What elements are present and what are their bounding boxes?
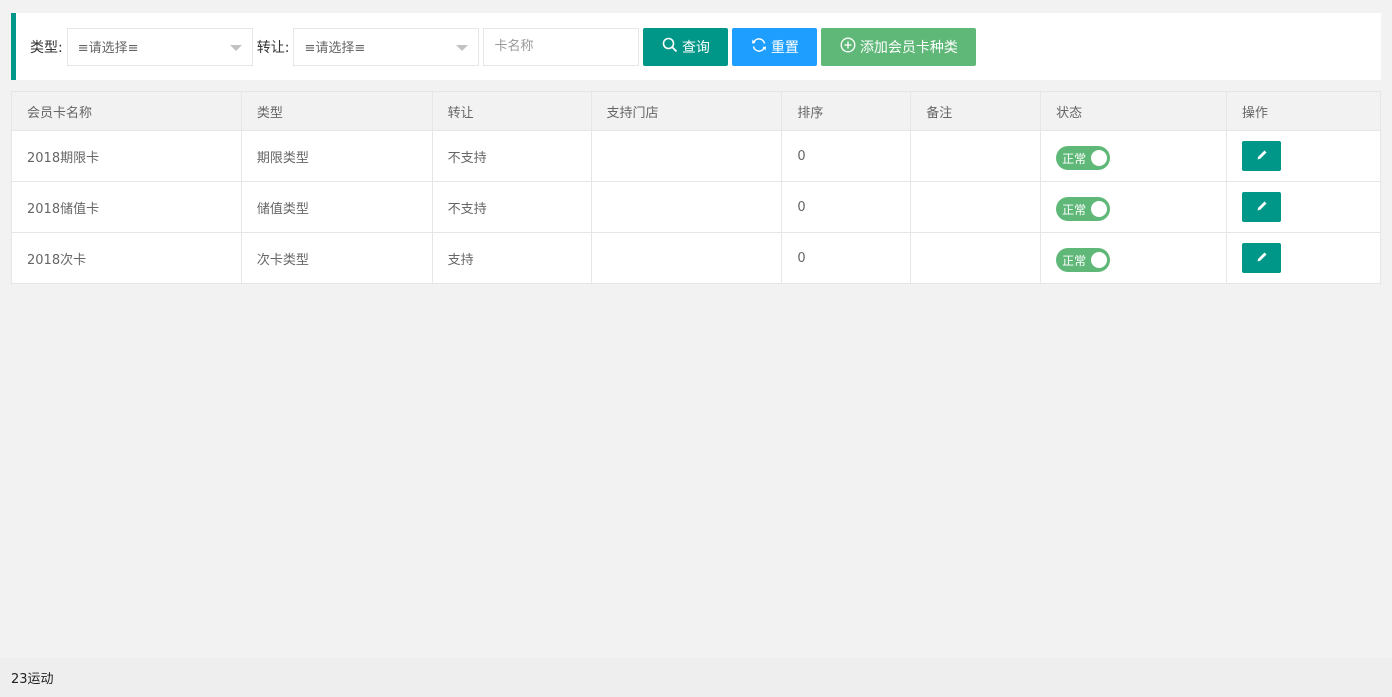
reset-button[interactable]: 重置: [732, 27, 818, 66]
cell-card-name: 2018期限卡: [11, 130, 242, 182]
cell-actions: [1226, 130, 1381, 182]
table-row: 2018次卡 次卡类型 支持 0 正常: [11, 232, 1381, 284]
header-card-name[interactable]: 会员卡名称: [11, 91, 242, 131]
cell-status: 正常: [1040, 130, 1228, 182]
header-actions: 操作: [1226, 91, 1381, 131]
cell-card-name: 2018储值卡: [11, 181, 242, 233]
search-icon: [662, 37, 678, 56]
cell-card-name: 2018次卡: [11, 232, 242, 284]
toggle-knob: [1091, 201, 1108, 217]
cell-type: 期限类型: [240, 130, 433, 182]
status-toggle[interactable]: 正常: [1056, 197, 1111, 221]
type-select-value: ≡请选择≡: [77, 41, 139, 56]
footer-brand: 23运动: [11, 672, 54, 687]
transfer-filter-label: 转让:: [256, 39, 290, 56]
cell-sort: 0: [781, 181, 912, 233]
transfer-select-value: ≡请选择≡: [304, 41, 366, 56]
cell-transfer: 不支持: [431, 181, 592, 233]
cell-status: 正常: [1040, 232, 1228, 284]
transfer-select[interactable]: ≡请选择≡: [293, 27, 480, 66]
reset-button-label: 重置: [770, 39, 799, 56]
edit-button[interactable]: [1242, 243, 1282, 273]
cell-remark: [910, 130, 1042, 182]
chevron-down-icon: [456, 44, 469, 51]
table-header-row: 会员卡名称 类型 转让 支持门店 排序 备注 状态 操作: [11, 91, 1381, 131]
pencil-icon: [1256, 251, 1268, 266]
cell-stores: [590, 181, 783, 233]
header-stores[interactable]: 支持门店: [590, 91, 783, 131]
status-toggle[interactable]: 正常: [1056, 248, 1111, 272]
pencil-icon: [1256, 200, 1268, 215]
cell-transfer: 支持: [431, 232, 592, 284]
filter-bar: 类型: ≡请选择≡ 转让: ≡请选择≡ 查询 重置 添加会员卡种类: [11, 13, 1381, 80]
header-transfer[interactable]: 转让: [431, 91, 592, 131]
header-status[interactable]: 状态: [1040, 91, 1228, 131]
cell-sort: 0: [781, 130, 912, 182]
header-remark[interactable]: 备注: [910, 91, 1042, 131]
cell-type: 储值类型: [240, 181, 433, 233]
cell-stores: [590, 130, 783, 182]
card-type-table: 会员卡名称 类型 转让 支持门店 排序 备注 状态 操作 2018期限卡 期限类…: [11, 91, 1381, 284]
add-card-type-button[interactable]: 添加会员卡种类: [821, 27, 977, 66]
table-row: 2018期限卡 期限类型 不支持 0 正常: [11, 130, 1381, 182]
toggle-knob: [1091, 150, 1108, 166]
cell-remark: [910, 181, 1042, 233]
chevron-down-icon: [229, 44, 242, 51]
status-toggle-label: 正常: [1062, 253, 1087, 268]
cell-remark: [910, 232, 1042, 284]
cell-transfer: 不支持: [431, 130, 592, 182]
table-row: 2018储值卡 储值类型 不支持 0 正常: [11, 181, 1381, 233]
query-button[interactable]: 查询: [643, 27, 729, 66]
plus-circle-icon: [840, 37, 856, 56]
add-card-type-label: 添加会员卡种类: [859, 39, 958, 56]
refresh-icon: [751, 37, 767, 56]
cell-type: 次卡类型: [240, 232, 433, 284]
cell-actions: [1226, 181, 1381, 233]
toggle-knob: [1091, 252, 1108, 268]
status-toggle[interactable]: 正常: [1056, 146, 1111, 170]
edit-button[interactable]: [1242, 192, 1282, 222]
header-sort[interactable]: 排序: [781, 91, 912, 131]
card-name-input[interactable]: [483, 27, 640, 66]
type-select[interactable]: ≡请选择≡: [66, 27, 253, 66]
cell-sort: 0: [781, 232, 912, 284]
cell-actions: [1226, 232, 1381, 284]
status-toggle-label: 正常: [1062, 151, 1087, 166]
pencil-icon: [1256, 149, 1268, 164]
status-toggle-label: 正常: [1062, 202, 1087, 217]
header-type[interactable]: 类型: [240, 91, 433, 131]
footer: 23运动: [0, 658, 1392, 697]
cell-status: 正常: [1040, 181, 1228, 233]
query-button-label: 查询: [681, 39, 710, 56]
cell-stores: [590, 232, 783, 284]
type-filter-label: 类型:: [30, 39, 63, 56]
edit-button[interactable]: [1242, 141, 1282, 171]
